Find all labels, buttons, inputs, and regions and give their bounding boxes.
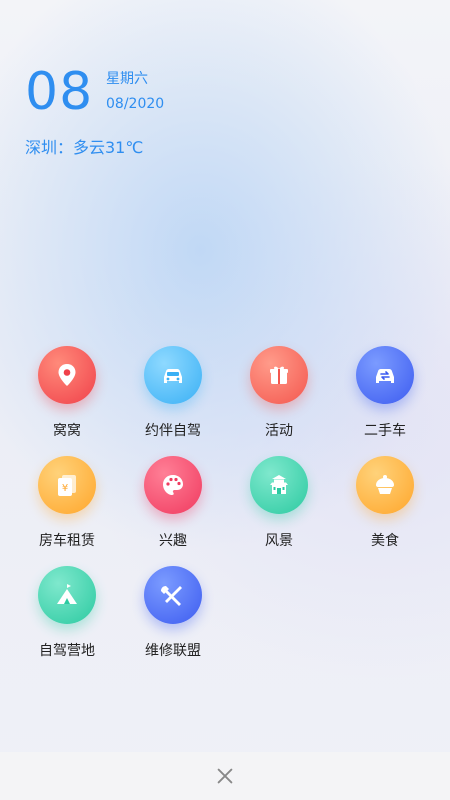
date-day: 08 [25,62,94,122]
app-label: 兴趣 [159,533,187,549]
app-weixiu-lianmeng[interactable]: 维修联盟 [118,566,228,660]
rental-document-icon: ¥ [38,456,96,514]
weather-text: 深圳：多云31℃ [25,138,144,157]
app-label: 二手车 [364,423,406,439]
tent-icon [38,566,96,624]
date-weekday: 星期六 [106,71,148,87]
pagoda-icon [250,456,308,514]
app-fengjing[interactable]: 风景 [224,456,334,550]
app-label: 活动 [265,423,293,439]
app-label: 风景 [265,533,293,549]
app-yueban-zijia[interactable]: 约伴自驾 [118,346,228,440]
app-label: 房车租赁 [39,533,95,549]
car-icon [144,346,202,404]
cupcake-icon [356,456,414,514]
date-month-year: 08/2020 [106,96,165,112]
palette-icon [144,456,202,514]
app-fangche-zulin[interactable]: ¥ 房车租赁 [12,456,122,550]
app-meishi[interactable]: 美食 [330,456,440,550]
app-label: 窝窝 [53,423,81,439]
app-xingqu[interactable]: 兴趣 [118,456,228,550]
location-pin-icon [38,346,96,404]
car-exchange-icon [356,346,414,404]
svg-text:¥: ¥ [62,483,68,494]
app-huodong[interactable]: 活动 [224,346,334,440]
bottom-bar [0,752,450,800]
app-label: 约伴自驾 [145,423,201,439]
app-label: 自驾营地 [39,643,95,659]
close-button[interactable] [213,764,237,788]
app-zijia-yingdi[interactable]: 自驾营地 [12,566,122,660]
app-label: 维修联盟 [145,643,201,659]
app-label: 美食 [371,533,399,549]
close-icon [217,768,233,784]
repair-tools-icon [144,566,202,624]
app-wowo[interactable]: 窝窝 [12,346,122,440]
gift-icon [250,346,308,404]
app-ershouche[interactable]: 二手车 [330,346,440,440]
